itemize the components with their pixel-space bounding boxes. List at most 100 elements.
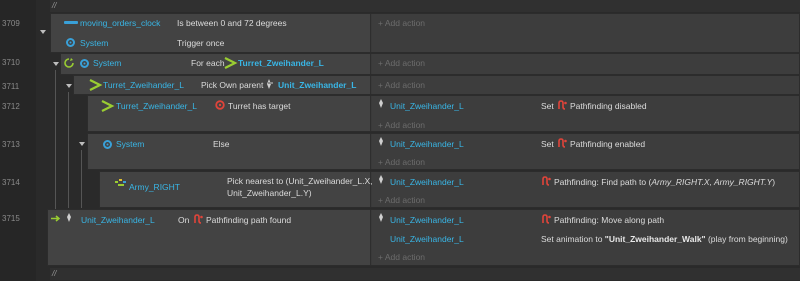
action-object[interactable]: Unit_Zweihander_L — [390, 101, 464, 112]
unit-sprite-icon — [379, 137, 383, 146]
condition-param[interactable]: Unit_Zweihander_L — [278, 80, 356, 91]
add-action-label: Add action — [384, 157, 426, 167]
pathfinding-icon — [542, 214, 551, 224]
plus-icon: + — [378, 80, 385, 90]
action-text[interactable]: Pathfinding: Move along path — [554, 215, 664, 226]
plus-icon: + — [378, 195, 385, 205]
add-action-link[interactable]: + Add action — [378, 120, 425, 131]
unit-sprite-icon — [379, 213, 383, 222]
condition-object[interactable]: Turret_Zweihander_L — [103, 80, 184, 91]
action-label-end: (play from beginning) — [705, 234, 788, 244]
action-object[interactable]: Unit_Zweihander_L — [390, 177, 464, 188]
condition-object[interactable]: Turret_Zweihander_L — [116, 101, 197, 112]
add-action-label: Add action — [384, 195, 426, 205]
action-object[interactable]: Unit_Zweihander_L — [390, 234, 464, 245]
pathfinding-icon — [542, 176, 551, 186]
action-text[interactable]: Set animation to "Unit_Zweihander_Walk" … — [541, 234, 788, 245]
condition-text[interactable]: Pick nearest to (Unit_Zweihander_L.X, — [227, 176, 373, 187]
add-action-link[interactable]: + Add action — [378, 18, 425, 29]
condition-param[interactable]: Pathfinding path found — [206, 215, 291, 226]
condition-text[interactable]: Turret has target — [228, 101, 291, 112]
action-text[interactable]: Set — [541, 101, 554, 112]
add-action-link[interactable]: + Add action — [378, 58, 425, 69]
sprite-chevron-icon — [224, 57, 238, 69]
pathfinding-icon — [194, 214, 203, 224]
condition-param[interactable]: Turret_Zweihander_L — [238, 58, 324, 69]
collapse-arrow-icon[interactable] — [66, 84, 72, 88]
tree-line — [55, 70, 56, 210]
action-param[interactable]: Pathfinding disabled — [570, 101, 647, 112]
sprite-chevron-icon — [89, 79, 103, 91]
action-label: Pathfinding: Find path to ( — [554, 177, 652, 187]
action-text[interactable]: Pathfinding: Find path to (Army_RIGHT.X,… — [554, 177, 775, 188]
pathfinding-icon — [558, 138, 567, 148]
turret-target-icon — [215, 100, 225, 110]
trigger-arrow-icon — [51, 215, 61, 222]
actions-area[interactable] — [372, 76, 799, 94]
add-action-label: Add action — [384, 80, 426, 90]
sprite-chevron-icon — [101, 100, 115, 112]
gear-icon — [103, 140, 112, 149]
add-action-label: Add action — [384, 58, 426, 68]
unit-sprite-icon — [379, 99, 383, 108]
condition-object[interactable]: Army_RIGHT — [129, 182, 180, 193]
tree-line — [81, 150, 82, 208]
army-family-icon — [115, 179, 126, 186]
collapse-arrow-icon[interactable] — [79, 142, 85, 146]
condition-object[interactable]: System — [93, 58, 121, 69]
collapse-arrow-icon[interactable] — [40, 30, 46, 34]
condition-text[interactable]: Is between 0 and 72 degrees — [177, 18, 287, 29]
line-number: 3712 — [2, 102, 20, 111]
plus-icon: + — [378, 120, 385, 130]
plus-icon: + — [378, 157, 385, 167]
line-number: 3715 — [2, 214, 20, 223]
line-number: 3713 — [2, 140, 20, 149]
line-number: 3711 — [2, 82, 20, 91]
plus-icon: + — [378, 58, 385, 68]
action-object[interactable]: Unit_Zweihander_L — [390, 215, 464, 226]
condition-text[interactable]: Trigger once — [177, 38, 224, 49]
loop-icon — [64, 58, 74, 68]
tree-line — [68, 92, 69, 208]
condition-text-cont[interactable]: Unit_Zweihander_L.Y) — [227, 188, 312, 199]
condition-text[interactable]: Else — [213, 139, 230, 150]
line-number: 3714 — [2, 178, 20, 187]
gear-icon — [66, 38, 75, 47]
action-label-end: ) — [772, 177, 776, 187]
add-action-link[interactable]: + Add action — [378, 195, 425, 206]
actions-area[interactable] — [372, 54, 799, 74]
unit-sprite-icon — [67, 213, 71, 222]
gear-icon — [80, 59, 89, 68]
unit-sprite-icon — [267, 79, 273, 89]
condition-object[interactable]: System — [116, 139, 144, 150]
condition-object[interactable]: System — [80, 38, 108, 49]
add-action-link[interactable]: + Add action — [378, 157, 425, 168]
actions-area[interactable] — [372, 14, 799, 52]
action-label: Set animation to — [541, 234, 605, 244]
line-number: 3710 — [2, 58, 20, 67]
unit-sprite-icon — [379, 175, 383, 184]
add-action-link[interactable]: + Add action — [378, 252, 425, 263]
pathfinding-icon — [558, 100, 567, 110]
plus-icon: + — [378, 18, 385, 28]
line-number: 3709 — [2, 19, 20, 28]
comment-row[interactable]: // — [50, 0, 800, 12]
slider-icon — [64, 21, 78, 24]
plus-icon: + — [378, 252, 385, 262]
add-action-label: Add action — [384, 18, 426, 28]
add-action-label: Add action — [384, 120, 426, 130]
condition-text[interactable]: On — [178, 215, 189, 226]
add-action-label: Add action — [384, 252, 426, 262]
condition-text[interactable]: For each — [191, 58, 225, 69]
comment-row[interactable]: // — [50, 268, 800, 280]
action-value: "Unit_Zweihander_Walk" — [604, 234, 706, 244]
action-text[interactable]: Set — [541, 139, 554, 150]
action-object[interactable]: Unit_Zweihander_L — [390, 139, 464, 150]
action-param[interactable]: Pathfinding enabled — [570, 139, 645, 150]
collapse-arrow-icon[interactable] — [53, 62, 59, 66]
condition-object[interactable]: Unit_Zweihander_L — [81, 215, 155, 226]
condition-text[interactable]: Pick Own parent — [201, 80, 263, 91]
action-param: Army_RIGHT.X, Army_RIGHT.Y — [651, 177, 773, 187]
condition-object[interactable]: moving_orders_clock — [80, 18, 160, 29]
add-action-link[interactable]: + Add action — [378, 80, 425, 91]
